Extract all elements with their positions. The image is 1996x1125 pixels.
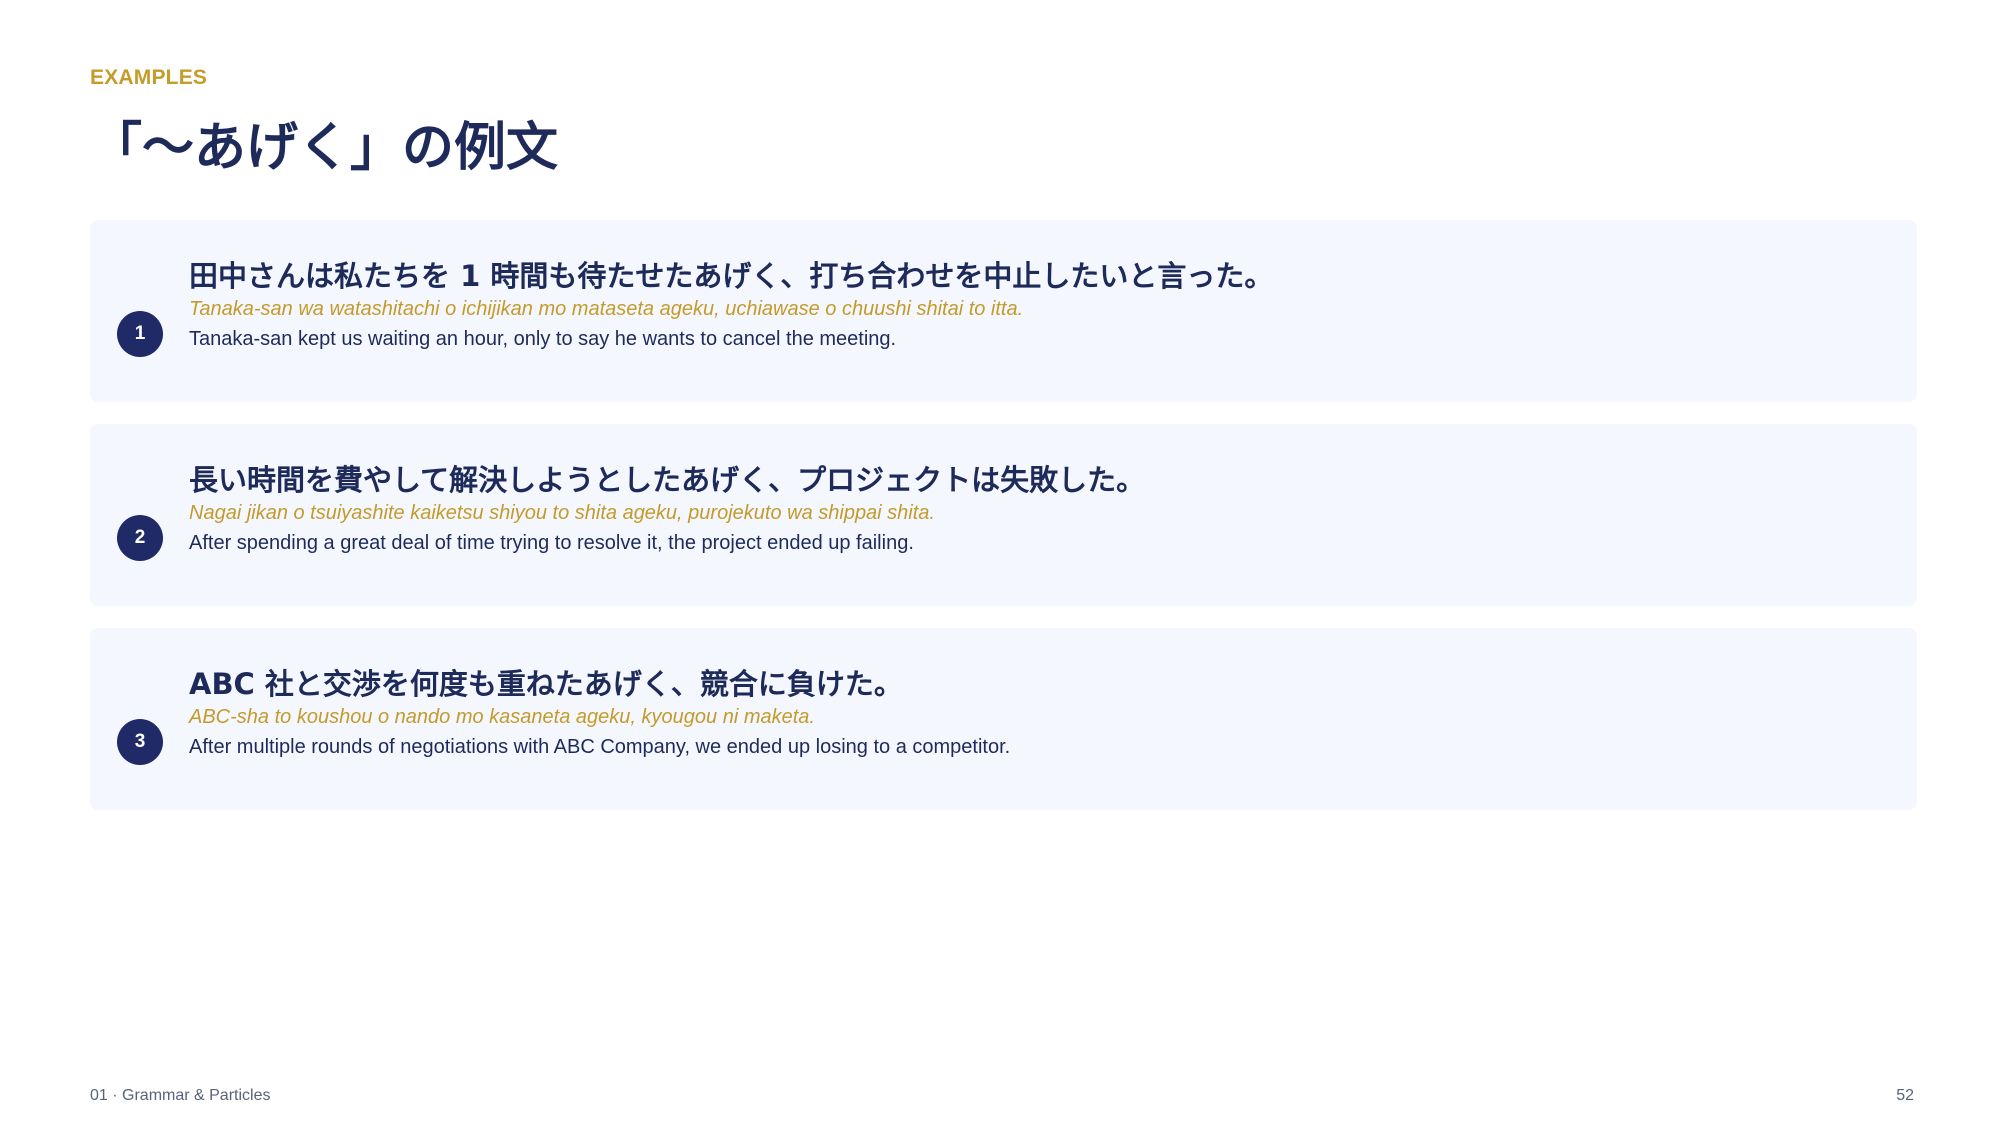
example-content: ABC 社と交渉を何度も重ねたあげく、競合に負けた。 ABC-sha to ko… (189, 666, 1887, 762)
japanese-sentence: ABC 社と交渉を何度も重ねたあげく、競合に負けた。 (189, 667, 903, 701)
japanese-sentence: 長い時間を費やして解決しようとしたあげく、プロジェクトは失敗した。 (189, 463, 1146, 497)
english-translation: After multiple rounds of negotiations wi… (189, 736, 1011, 758)
example-number-badge: 3 (117, 719, 163, 765)
japanese-sentence: 田中さんは私たちを 1 時間も待たせたあげく、打ち合わせを中止したいと言った。 (189, 259, 1274, 293)
footer-section-label: 01 · Grammar & Particles (90, 1087, 271, 1104)
example-number-badge: 1 (117, 311, 163, 357)
romaji-reading: ABC-sha to koushou o nando mo kasaneta a… (189, 706, 815, 728)
romaji-reading: Nagai jikan o tsuiyashite kaiketsu shiyo… (189, 502, 935, 524)
english-translation: After spending a great deal of time tryi… (189, 532, 914, 554)
example-list: 1 田中さんは私たちを 1 時間も待たせたあげく、打ち合わせを中止したいと言った… (90, 220, 1917, 832)
example-card: 1 田中さんは私たちを 1 時間も待たせたあげく、打ち合わせを中止したいと言った… (90, 220, 1917, 402)
page-title: 「〜あげく」の例文 (90, 117, 559, 178)
section-eyebrow: EXAMPLES (90, 66, 208, 89)
example-content: 田中さんは私たちを 1 時間も待たせたあげく、打ち合わせを中止したいと言った。 … (189, 258, 1887, 354)
example-number-badge: 2 (117, 515, 163, 561)
example-card: 3 ABC 社と交渉を何度も重ねたあげく、競合に負けた。 ABC-sha to … (90, 628, 1917, 810)
romaji-reading: Tanaka-san wa watashitachi o ichijikan m… (189, 298, 1024, 320)
example-card: 2 長い時間を費やして解決しようとしたあげく、プロジェクトは失敗した。 Naga… (90, 424, 1917, 606)
page-number: 52 (1896, 1087, 1914, 1104)
example-content: 長い時間を費やして解決しようとしたあげく、プロジェクトは失敗した。 Nagai … (189, 462, 1887, 558)
english-translation: Tanaka-san kept us waiting an hour, only… (189, 328, 897, 350)
